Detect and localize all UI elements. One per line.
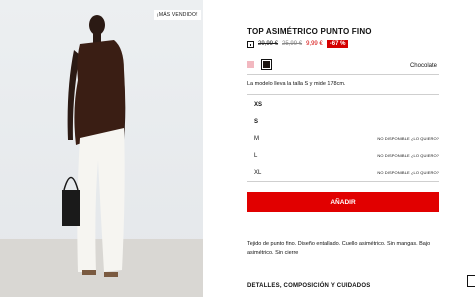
color-swatch-chocolate[interactable]	[261, 59, 272, 70]
price-sale: 9,99 €	[306, 41, 323, 47]
side-panel-tab-icon[interactable]	[467, 275, 475, 287]
divider	[247, 74, 439, 75]
size-label: XS	[254, 101, 263, 108]
price-previous: 25,99 €	[282, 41, 303, 47]
size-label: XL	[254, 169, 262, 176]
divider	[247, 94, 439, 95]
details-composition-link[interactable]: DETALLES, COMPOSICIÓN Y CUIDADOS	[247, 283, 370, 289]
divider	[247, 181, 439, 182]
size-availability[interactable]: NO DISPONIBLE ¿LO QUIERO?	[377, 153, 439, 158]
add-to-cart-button[interactable]: AÑADIR	[247, 192, 439, 212]
size-option-xs[interactable]: XS	[247, 96, 439, 113]
price-original: 29,99 €	[258, 41, 279, 47]
size-guide-icon[interactable]	[247, 40, 254, 48]
product-image[interactable]: ¡MÁS VENDIDO!	[0, 0, 203, 297]
color-swatches	[247, 59, 272, 70]
size-list: XS S M NO DISPONIBLE ¿LO QUIERO? L NO DI…	[247, 96, 439, 181]
size-availability[interactable]: NO DISPONIBLE ¿LO QUIERO?	[377, 170, 439, 175]
price-row: 29,99 € 25,99 € 9,99 € -67 %	[247, 40, 349, 48]
size-label: S	[254, 118, 259, 125]
size-option-l[interactable]: L NO DISPONIBLE ¿LO QUIERO?	[247, 147, 439, 164]
size-option-m[interactable]: M NO DISPONIBLE ¿LO QUIERO?	[247, 130, 439, 147]
model-info: La modelo lleva la talla S y mide 178cm.	[247, 81, 346, 87]
color-swatch-pink[interactable]	[247, 61, 254, 68]
size-option-s[interactable]: S	[247, 113, 439, 130]
size-availability[interactable]: NO DISPONIBLE ¿LO QUIERO?	[377, 136, 439, 141]
selected-color-name: Chocolate	[409, 63, 437, 69]
bestseller-badge: ¡MÁS VENDIDO!	[154, 10, 201, 20]
model-figure	[62, 15, 126, 277]
size-label: L	[254, 152, 258, 159]
product-title: TOP ASIMÉTRICO PUNTO FINO	[247, 27, 372, 36]
discount-badge: -67 %	[326, 40, 349, 48]
product-description: Tejido de punto fino. Diseño entallado. …	[247, 241, 431, 256]
size-label: M	[254, 135, 259, 142]
size-option-xl[interactable]: XL NO DISPONIBLE ¿LO QUIERO?	[247, 164, 439, 181]
